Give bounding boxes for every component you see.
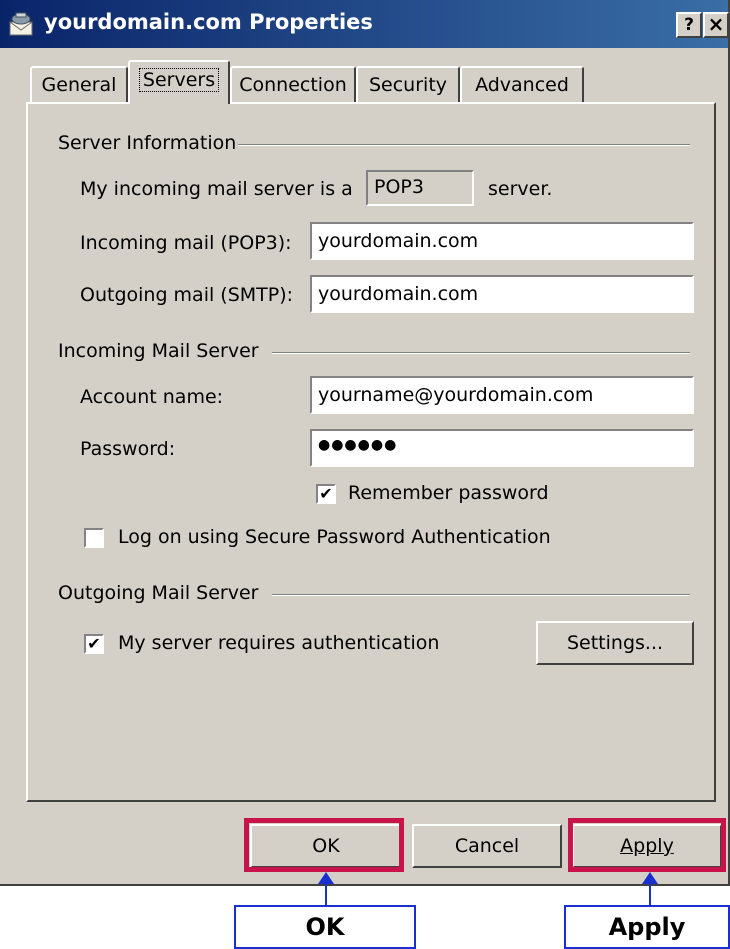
ok-callout-label: OK (305, 913, 345, 941)
ok-arrow-head (318, 872, 334, 884)
ok-callout: OK (234, 905, 416, 949)
apply-callout-label: Apply (608, 913, 686, 941)
apply-callout: Apply (564, 905, 730, 949)
apply-arrow-head (642, 872, 658, 884)
callout-arrows (318, 872, 658, 905)
